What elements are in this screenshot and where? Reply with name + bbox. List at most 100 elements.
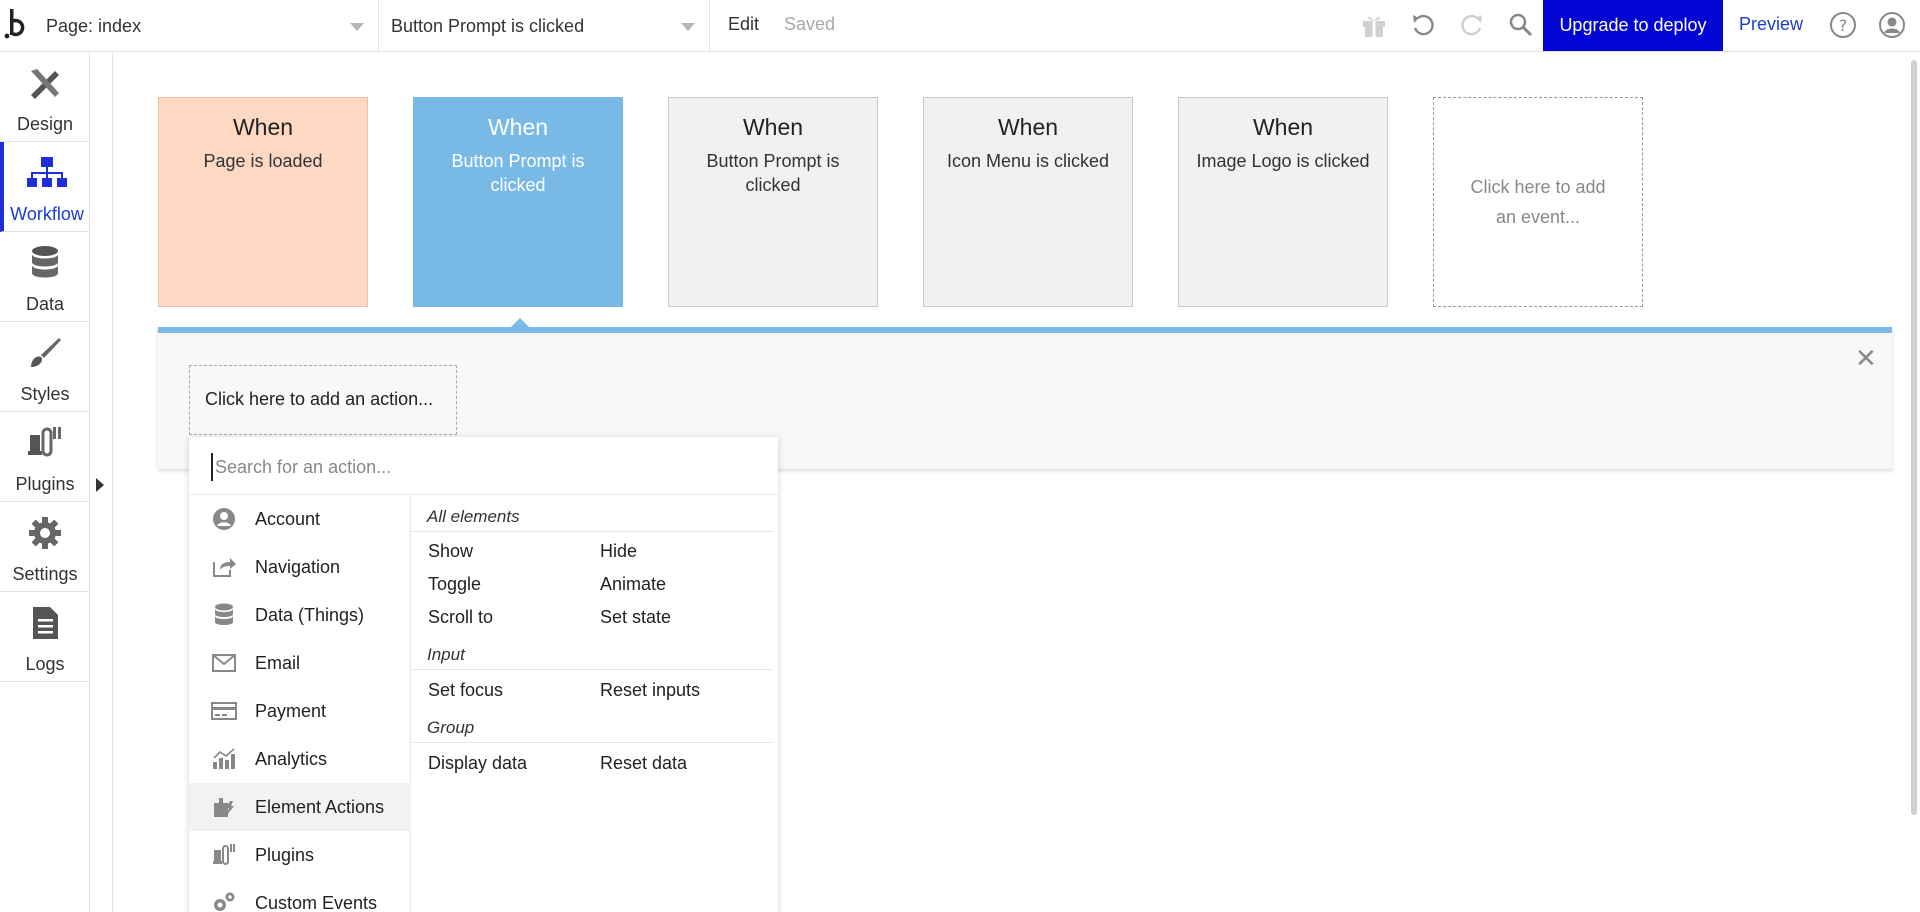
event-description: Button Prompt is clicked [451,151,585,195]
canvas-divider [112,52,113,912]
saved-status: Saved [784,14,836,34]
add-event-label: Click here to add an event... [1470,177,1606,227]
group-header-input: Input [427,645,465,664]
category-analytics[interactable]: Analytics [189,735,411,783]
category-plugins[interactable]: Plugins [189,831,411,879]
action-display-data[interactable]: Display data [428,753,527,774]
account-icon [211,507,237,531]
database-icon [211,603,237,627]
action-show[interactable]: Show [428,541,473,562]
action-reset-data[interactable]: Reset data [600,753,687,774]
workflow-icon [27,155,67,196]
bubble-logo-icon[interactable] [4,7,34,43]
sidebar-item-logs[interactable]: Logs [0,592,90,682]
upgrade-to-deploy-button[interactable]: Upgrade to deploy [1543,0,1723,51]
event-card-button-prompt-active[interactable]: When Button Prompt is clicked [413,97,623,307]
event-when-label: When [1252,114,1314,140]
category-custom-events[interactable]: Custom Events [189,879,411,912]
svg-text:?: ? [1839,16,1848,35]
undo-icon[interactable] [1407,9,1439,41]
element-actions-icon [211,795,237,819]
action-options-list: All elements Show Hide Toggle Animate Sc… [411,495,778,912]
action-search-row [189,437,778,495]
category-label: Analytics [255,748,328,769]
add-action-button[interactable]: Click here to add an action... [189,365,457,435]
action-search-input[interactable] [211,453,751,481]
action-set-focus[interactable]: Set focus [428,680,503,701]
category-data-things[interactable]: Data (Things) [189,591,411,639]
event-when-label: When [232,114,294,140]
sidebar-item-label: Plugins [15,474,75,494]
event-description: Icon Menu is clicked [946,151,1110,171]
navigation-icon [211,555,237,579]
email-icon [211,651,237,675]
edit-menu[interactable]: Edit [728,14,759,35]
analytics-icon [211,747,237,771]
search-icon[interactable] [1505,9,1537,41]
account-icon[interactable] [1876,9,1908,41]
database-icon [30,245,60,286]
group-header-all-elements: All elements [427,507,520,526]
category-label: Plugins [255,844,315,865]
event-description: Page is loaded [203,151,323,171]
preview-button[interactable]: Preview [1739,14,1803,35]
sidebar-item-data[interactable]: Data [0,232,90,322]
action-animate[interactable]: Animate [600,574,666,595]
sidebar-item-settings[interactable]: Settings [0,502,90,592]
design-icon [27,65,63,106]
help-icon[interactable]: ? [1827,9,1859,41]
sidebar-item-label: Workflow [10,204,84,224]
event-description: Image Logo is clicked [1196,151,1370,171]
top-bar: Page: index Button Prompt is clicked Edi… [0,0,1920,52]
sidebar-item-label: Data [25,294,65,314]
group-divider [411,742,773,743]
group-divider [411,531,773,532]
category-navigation[interactable]: Navigation [189,543,411,591]
group-header-group: Group [427,718,475,737]
category-label: Payment [255,700,327,721]
action-hide[interactable]: Hide [600,541,637,562]
chevron-down-icon [681,23,695,31]
event-card-image-logo[interactable]: When Image Logo is clicked [1178,97,1388,307]
event-select-dropdown[interactable]: Button Prompt is clicked [379,0,710,52]
redo-icon[interactable] [1456,9,1488,41]
sidebar-item-design[interactable]: Design [0,52,90,142]
event-card-icon-menu[interactable]: When Icon Menu is clicked [923,97,1133,307]
gear-icon [27,515,63,556]
sidebar-item-plugins[interactable]: Plugins [0,412,90,502]
gift-icon[interactable] [1358,9,1390,41]
sidebar-item-styles[interactable]: Styles [0,322,90,412]
category-label: Navigation [255,556,341,577]
action-search-menu: Account Navigation Data (Things) Email P… [189,437,778,912]
category-element-actions[interactable]: Element Actions [189,783,411,831]
page-select-value: Page: index [46,15,142,36]
sidebar-item-label: Design [16,114,74,134]
event-select-value: Button Prompt is clicked [391,15,585,36]
action-toggle[interactable]: Toggle [428,574,481,595]
close-icon[interactable]: ✕ [1855,345,1877,371]
category-payment[interactable]: Payment [189,687,411,735]
sidebar-item-label: Settings [12,564,78,584]
action-category-list: Account Navigation Data (Things) Email P… [189,495,411,912]
sidebar-item-workflow[interactable]: Workflow [0,142,90,232]
action-set-state[interactable]: Set state [600,607,671,628]
action-scroll-to[interactable]: Scroll to [428,607,493,628]
expand-plugins-arrow-icon[interactable] [96,478,104,492]
event-card-page-loaded[interactable]: When Page is loaded [158,97,368,307]
chevron-down-icon [350,23,364,31]
event-card-button-prompt[interactable]: When Button Prompt is clicked [668,97,878,307]
page-select-dropdown[interactable]: Page: index [36,0,379,52]
category-label: Data (Things) [255,604,365,625]
add-event-button[interactable]: Click here to add an event... [1433,97,1643,307]
left-sidebar: Design Workflow Data Styles Plugins Sett… [0,52,90,912]
brush-icon [27,335,63,376]
action-reset-inputs[interactable]: Reset inputs [600,680,700,701]
sidebar-item-label: Logs [25,654,65,674]
event-when-label: When [487,114,549,140]
event-description: Button Prompt is clicked [706,151,840,195]
category-label: Email [255,652,301,673]
category-email[interactable]: Email [189,639,411,687]
vertical-scrollbar[interactable] [1911,60,1917,815]
credit-card-icon [211,699,237,723]
category-account[interactable]: Account [189,495,411,543]
